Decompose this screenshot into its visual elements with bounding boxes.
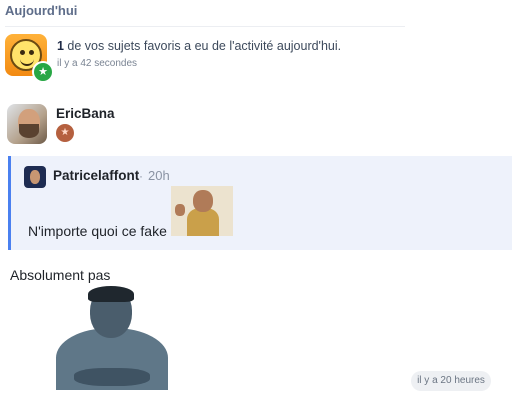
notification-time: il y a 42 secondes	[57, 58, 138, 69]
quote-time: 20h	[148, 168, 170, 183]
star-rank-icon: ★	[56, 124, 74, 142]
quote-separator: ·	[139, 169, 143, 183]
quote-author[interactable]: Patricelaffont	[53, 168, 139, 183]
notification-text: 1 de vos sujets favoris a eu de l'activi…	[57, 39, 341, 53]
post-image[interactable]	[52, 286, 172, 390]
post-text: Absolument pas	[10, 267, 111, 283]
star-icon: ★	[32, 61, 54, 83]
section-header: Aujourd'hui	[5, 3, 78, 18]
notification-item[interactable]: ★ 1 de vos sujets favoris a eu de l'acti…	[5, 34, 425, 83]
notification-message: de vos sujets favoris a eu de l'activité…	[63, 39, 342, 53]
quote-text: N'importe quoi ce fake	[28, 223, 167, 239]
notification-count: 1	[57, 39, 64, 53]
quote-block: Patricelaffont · 20h N'importe quoi ce f…	[8, 156, 512, 250]
quote-author-avatar[interactable]	[24, 166, 46, 188]
divider	[5, 26, 405, 27]
author-name[interactable]: EricBana	[56, 106, 115, 121]
post-time-pill[interactable]: il y a 20 heures	[411, 371, 491, 391]
quote-image[interactable]	[171, 186, 233, 236]
author-avatar[interactable]	[7, 104, 47, 144]
